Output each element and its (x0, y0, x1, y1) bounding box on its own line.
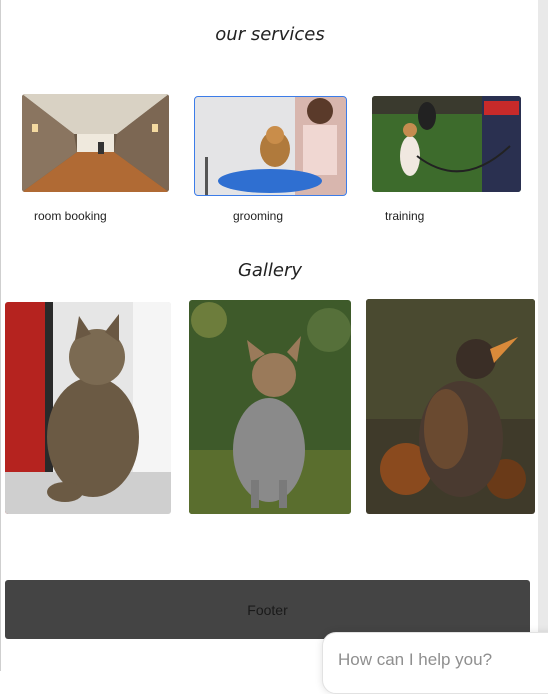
footer-label: Footer (247, 601, 288, 618)
scrollbar[interactable] (538, 0, 548, 671)
dog-grooming-icon (195, 97, 346, 195)
services-heading: our services (215, 24, 325, 45)
gallery-image-fox[interactable] (189, 300, 351, 514)
chat-input-placeholder[interactable]: How can I help you? (338, 650, 492, 670)
gallery-image-bird[interactable] (366, 299, 535, 514)
gallery-image-cat[interactable] (5, 302, 171, 514)
service-label-room-booking[interactable]: room booking (34, 209, 107, 223)
service-label-training[interactable]: training (385, 209, 424, 223)
grooming-image[interactable] (194, 96, 347, 196)
dog-training-icon (372, 96, 521, 192)
gallery-heading: Gallery (237, 260, 303, 281)
room-booking-image[interactable] (22, 94, 169, 192)
bird-icon (366, 299, 535, 514)
fox-icon (189, 300, 351, 514)
chat-widget[interactable]: How can I help you? (322, 632, 548, 694)
page-left-border (0, 0, 1, 671)
footer: Footer (5, 580, 530, 639)
cat-icon (5, 302, 171, 514)
hotel-corridor-icon (22, 94, 169, 192)
service-label-grooming[interactable]: grooming (233, 209, 283, 223)
training-image[interactable] (372, 96, 521, 192)
